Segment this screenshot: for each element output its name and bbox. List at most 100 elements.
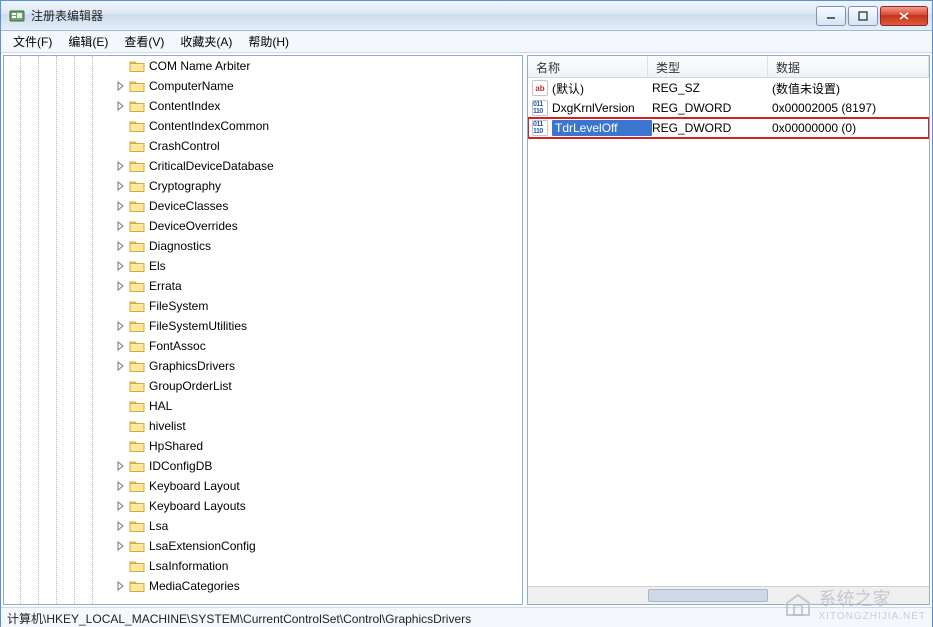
tree-node[interactable]: FileSystemUtilities [4, 316, 522, 336]
tree-node-label: CrashControl [149, 139, 220, 153]
chevron-right-icon[interactable] [114, 280, 126, 292]
tree-node[interactable]: IDConfigDB [4, 456, 522, 476]
tree-node[interactable]: Keyboard Layout [4, 476, 522, 496]
col-header-data[interactable]: 数据 [768, 56, 929, 77]
tree-node[interactable]: MediaCategories [4, 576, 522, 596]
chevron-right-icon[interactable] [114, 320, 126, 332]
tree-node-label: hivelist [149, 419, 186, 433]
col-header-name[interactable]: 名称 [528, 56, 648, 77]
value-row[interactable]: 011 110TdrLevelOffREG_DWORD0x00000000 (0… [528, 118, 929, 138]
regedit-app-icon [9, 8, 25, 24]
chevron-right-icon[interactable] [114, 480, 126, 492]
tree-node[interactable]: Diagnostics [4, 236, 522, 256]
chevron-right-icon[interactable] [114, 340, 126, 352]
tree-node[interactable]: FontAssoc [4, 336, 522, 356]
tree-node[interactable]: HpShared [4, 436, 522, 456]
tree-node-label: Errata [149, 279, 182, 293]
chevron-right-icon[interactable] [114, 180, 126, 192]
chevron-right-icon[interactable] [114, 460, 126, 472]
tree-node[interactable]: Errata [4, 276, 522, 296]
tree-node[interactable]: hivelist [4, 416, 522, 436]
folder-icon [129, 399, 145, 413]
menu-view[interactable]: 查看(V) [116, 31, 172, 52]
folder-icon [129, 439, 145, 453]
expander-empty [114, 300, 126, 312]
expander-empty [114, 440, 126, 452]
chevron-right-icon[interactable] [114, 520, 126, 532]
expander-empty [114, 560, 126, 572]
tree-node[interactable]: DeviceOverrides [4, 216, 522, 236]
tree-node[interactable]: Keyboard Layouts [4, 496, 522, 516]
menu-favorites[interactable]: 收藏夹(A) [172, 31, 240, 52]
tree-node[interactable]: FileSystem [4, 296, 522, 316]
chevron-right-icon[interactable] [114, 100, 126, 112]
tree-node[interactable]: GroupOrderList [4, 376, 522, 396]
folder-icon [129, 279, 145, 293]
chevron-right-icon[interactable] [114, 360, 126, 372]
tree-node[interactable]: HAL [4, 396, 522, 416]
tree-node-label: Diagnostics [149, 239, 211, 253]
expander-empty [114, 420, 126, 432]
tree-node[interactable]: ContentIndexCommon [4, 116, 522, 136]
col-header-type[interactable]: 类型 [648, 56, 768, 77]
folder-icon [129, 259, 145, 273]
value-name: TdrLevelOff [552, 120, 652, 136]
tree-node[interactable]: COM Name Arbiter [4, 56, 522, 76]
folder-icon [129, 479, 145, 493]
tree-node[interactable]: LsaExtensionConfig [4, 536, 522, 556]
folder-icon [129, 299, 145, 313]
chevron-right-icon[interactable] [114, 540, 126, 552]
tree-node-label: DeviceClasses [149, 199, 228, 213]
chevron-right-icon[interactable] [114, 580, 126, 592]
folder-icon [129, 159, 145, 173]
tree-node[interactable]: LsaInformation [4, 556, 522, 576]
tree-scroll[interactable]: COM Name ArbiterComputerNameContentIndex… [4, 56, 522, 604]
tree-node[interactable]: Cryptography [4, 176, 522, 196]
folder-icon [129, 419, 145, 433]
value-name: (默认) [552, 80, 652, 97]
tree-node[interactable]: Els [4, 256, 522, 276]
tree-node[interactable]: GraphicsDrivers [4, 356, 522, 376]
folder-icon [129, 199, 145, 213]
chevron-right-icon[interactable] [114, 160, 126, 172]
folder-icon [129, 139, 145, 153]
folder-icon [129, 319, 145, 333]
value-type: REG_SZ [652, 81, 772, 95]
folder-icon [129, 79, 145, 93]
scrollbar-thumb[interactable] [648, 589, 768, 602]
menu-help[interactable]: 帮助(H) [240, 31, 297, 52]
window-title: 注册表编辑器 [31, 7, 814, 24]
value-data: 0x00000000 (0) [772, 121, 929, 135]
value-row[interactable]: 011 110DxgKrnlVersionREG_DWORD0x00002005… [528, 98, 929, 118]
folder-icon [129, 459, 145, 473]
tree-node-label: CriticalDeviceDatabase [149, 159, 274, 173]
chevron-right-icon[interactable] [114, 260, 126, 272]
maximize-button[interactable] [848, 6, 878, 26]
tree-node[interactable]: CriticalDeviceDatabase [4, 156, 522, 176]
tree-node[interactable]: Lsa [4, 516, 522, 536]
menubar: 文件(F) 编辑(E) 查看(V) 收藏夹(A) 帮助(H) [1, 31, 932, 53]
chevron-right-icon[interactable] [114, 500, 126, 512]
titlebar: 注册表编辑器 [1, 1, 932, 31]
value-row[interactable]: ab(默认)REG_SZ(数值未设置) [528, 78, 929, 98]
tree-node[interactable]: CrashControl [4, 136, 522, 156]
tree-node-label: IDConfigDB [149, 459, 212, 473]
expander-empty [114, 400, 126, 412]
horizontal-scrollbar[interactable] [528, 586, 929, 604]
reg-binary-icon: 011 110 [532, 120, 548, 136]
chevron-right-icon[interactable] [114, 80, 126, 92]
folder-icon [129, 379, 145, 393]
folder-icon [129, 559, 145, 573]
tree-pane: COM Name ArbiterComputerNameContentIndex… [3, 55, 523, 605]
tree-node[interactable]: ContentIndex [4, 96, 522, 116]
minimize-button[interactable] [816, 6, 846, 26]
menu-file[interactable]: 文件(F) [5, 31, 60, 52]
menu-edit[interactable]: 编辑(E) [60, 31, 116, 52]
tree-node-label: ContentIndexCommon [149, 119, 269, 133]
chevron-right-icon[interactable] [114, 200, 126, 212]
close-button[interactable] [880, 6, 928, 26]
tree-node[interactable]: DeviceClasses [4, 196, 522, 216]
chevron-right-icon[interactable] [114, 240, 126, 252]
tree-node[interactable]: ComputerName [4, 76, 522, 96]
chevron-right-icon[interactable] [114, 220, 126, 232]
